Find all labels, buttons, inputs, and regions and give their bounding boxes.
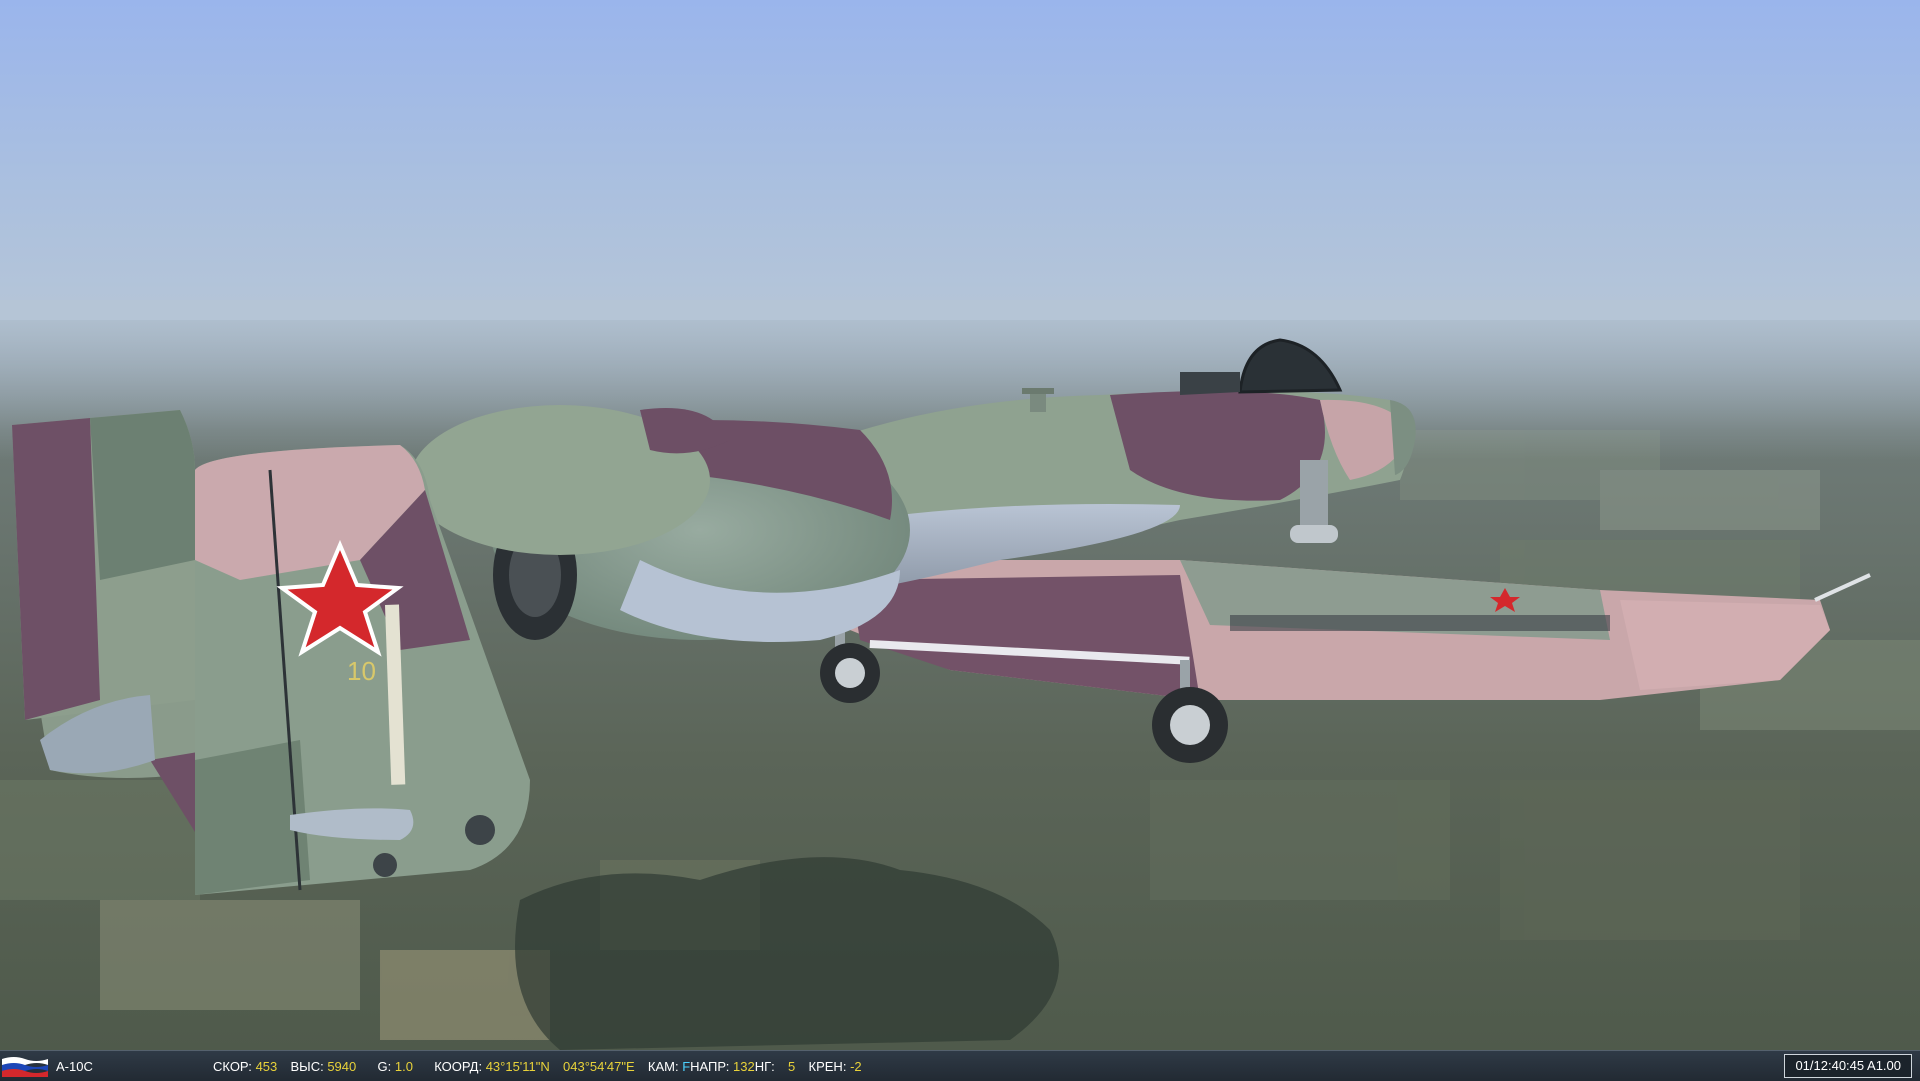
sky <box>0 0 1920 340</box>
heading-label: НАПР: <box>690 1059 730 1074</box>
mission-clock: 01/12:40:45 A1.00 <box>1784 1054 1912 1078</box>
g-value: 1.0 <box>394 1059 413 1074</box>
pitch-label: НГ: <box>754 1059 775 1074</box>
speed-value: 453 <box>255 1059 278 1074</box>
flight-view: 10 <box>0 0 1920 1050</box>
pitch-value: 5 <box>788 1059 796 1074</box>
heading-value: 132 <box>733 1059 755 1074</box>
flight-data: СКОР: 453 ВЫС: 5940 G: 1.0 КООРД: 43°15'… <box>213 1059 862 1074</box>
russia-flag-icon <box>2 1057 48 1077</box>
camera-value: F <box>682 1059 691 1074</box>
status-bar: A-10C СКОР: 453 ВЫС: 5940 G: 1.0 КООРД: … <box>0 1050 1920 1081</box>
tail-number: 10 <box>347 656 376 686</box>
coord-label: КООРД: <box>434 1059 483 1074</box>
altitude-value: 5940 <box>327 1059 357 1074</box>
speed-label: СКОР: <box>213 1059 252 1074</box>
altitude-label: ВЫС: <box>290 1059 324 1074</box>
longitude-value: 043°54'47"E <box>563 1059 635 1074</box>
roll-label: КРЕН: <box>808 1059 847 1074</box>
latitude-value: 43°15'11"N <box>485 1059 550 1074</box>
roll-value: -2 <box>850 1059 862 1074</box>
camera-label: КАМ: <box>647 1059 679 1074</box>
g-label: G: <box>377 1059 392 1074</box>
aircraft-type: A-10C <box>56 1059 93 1074</box>
